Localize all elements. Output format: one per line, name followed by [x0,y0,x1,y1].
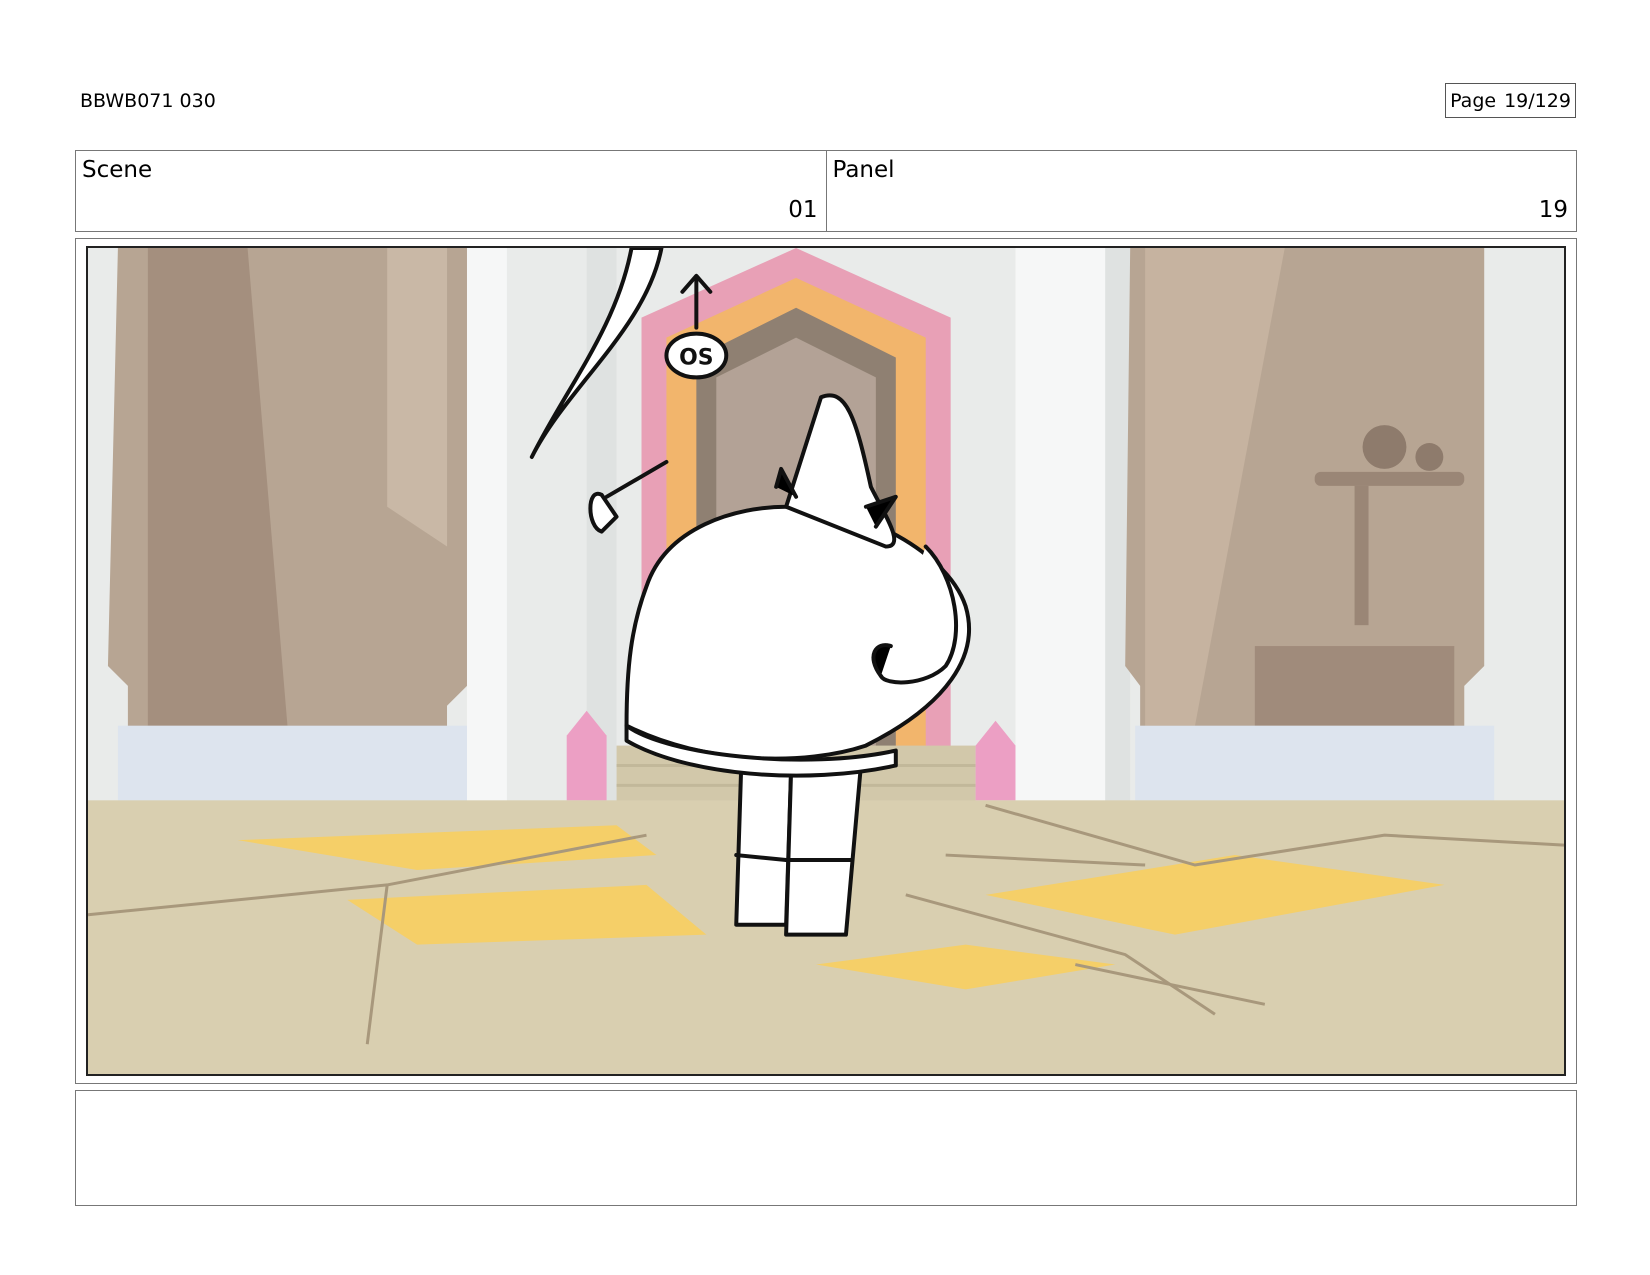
panel-number: 19 [1538,197,1568,223]
pillar-right [1015,248,1106,806]
scene-number: 01 [788,197,818,223]
ledge-left [117,725,467,806]
storyboard-frame: OS [75,238,1577,1084]
panel-artwork: OS [86,246,1566,1076]
shelf-item [1415,443,1444,471]
panel-label: Panel [832,157,895,183]
panel-notes-box [75,1090,1577,1206]
page-indicator: Page 19/129 [1445,83,1576,118]
pillar-right-shadow [1105,248,1131,806]
page-number: 19/129 [1504,89,1571,112]
scene-panel-header: Scene 01 Panel 19 [75,150,1577,232]
scene-cell: Scene 01 [76,151,826,231]
shelf-post [1354,485,1369,626]
shelf-item [1362,425,1407,469]
document-id: BBWB071 030 [80,90,216,112]
shelf [1314,471,1465,486]
off-screen-note: OS [679,345,713,370]
page-label: Page [1450,89,1497,112]
scene-label: Scene [82,157,153,183]
pillar-left [466,248,507,806]
rock-highlight-left [387,248,448,547]
panel-illustration: OS [88,248,1564,1074]
ledge-right [1135,725,1495,806]
panel-cell: Panel 19 [825,151,1577,231]
table-shape [1254,646,1455,726]
